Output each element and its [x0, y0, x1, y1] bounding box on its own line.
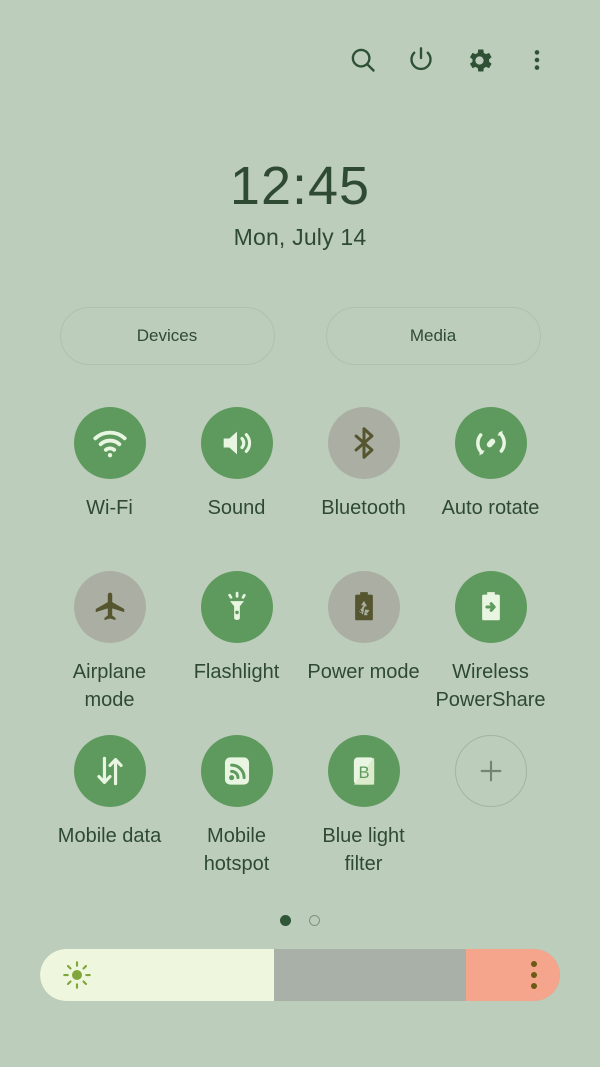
toggle-label: Flashlight [193, 660, 280, 683]
wifi-icon [73, 406, 146, 479]
sound-icon [200, 406, 273, 479]
toggle-flashlight[interactable]: Flashlight [173, 565, 300, 721]
flashlight-icon [200, 570, 273, 643]
brightness-slider[interactable] [40, 948, 560, 1001]
toggle-label: Blue light filter [322, 824, 405, 875]
page-dot-1[interactable] [280, 915, 291, 927]
more-options-icon[interactable] [508, 31, 566, 89]
toggle-label: Bluetooth [321, 496, 406, 519]
quick-toggle-grid: Wi-Fi Sound Bluetooth Auto rotate Airpla… [0, 401, 600, 885]
toggle-label: Wi-Fi [86, 496, 133, 519]
clock-time: 12:45 [229, 156, 371, 216]
toggle-mobile-hotspot[interactable]: Mobile hotspot [173, 729, 300, 885]
toggle-label: Wireless PowerShare [435, 660, 546, 711]
page-indicator [0, 911, 600, 931]
toggle-mobile-data[interactable]: Mobile data [46, 729, 173, 885]
bluetooth-icon [327, 406, 400, 479]
page-dot-2[interactable] [309, 915, 320, 927]
toggle-wifi[interactable]: Wi-Fi [46, 401, 173, 557]
power-mode-icon [327, 570, 400, 643]
clock-block[interactable]: 12:45 Mon, July 14 [0, 158, 600, 251]
gear-icon[interactable] [450, 31, 508, 89]
devices-media-row: Devices Media [0, 306, 600, 365]
toggle-blue-light-filter[interactable]: B Blue light filter [300, 729, 427, 885]
power-icon[interactable] [392, 31, 450, 89]
brightness-slider-container [0, 948, 600, 1001]
add-icon [454, 734, 527, 807]
toggle-wireless-powershare[interactable]: Wireless PowerShare [427, 565, 554, 721]
auto-rotate-icon [454, 406, 527, 479]
brightness-sun-icon [60, 958, 94, 992]
mobile-data-icon [73, 734, 146, 807]
toggle-label: Airplane mode [72, 660, 147, 711]
media-button[interactable]: Media [325, 306, 541, 365]
brightness-options-area[interactable] [466, 948, 560, 1001]
toggle-bluetooth[interactable]: Bluetooth [300, 401, 427, 557]
devices-button[interactable]: Devices [59, 306, 275, 365]
toggle-label: Mobile data [57, 824, 162, 847]
brightness-more-icon[interactable] [531, 960, 538, 989]
toggle-label: Sound [207, 496, 266, 519]
svg-text:B: B [358, 763, 369, 782]
brightness-slider-fill [40, 948, 274, 1001]
toggle-airplane-mode[interactable]: Airplane mode [46, 565, 173, 721]
search-icon[interactable] [334, 31, 392, 89]
toggle-label: Auto rotate [441, 496, 540, 519]
wireless-powershare-icon [454, 570, 527, 643]
clock-date: Mon, July 14 [233, 223, 367, 250]
quick-settings-panel: 12:45 Mon, July 14 Devices Media Wi-Fi S… [0, 0, 600, 1067]
toggle-add-button[interactable] [427, 729, 554, 885]
toggle-label: Power mode [307, 660, 420, 683]
mobile-hotspot-icon [200, 734, 273, 807]
toggle-auto-rotate[interactable]: Auto rotate [427, 401, 554, 557]
quick-settings-topbar [0, 0, 600, 96]
airplane-icon [73, 570, 146, 643]
blue-light-filter-icon: B [327, 734, 400, 807]
toggle-power-mode[interactable]: Power mode [300, 565, 427, 721]
toggle-sound[interactable]: Sound [173, 401, 300, 557]
toggle-label: Mobile hotspot [203, 824, 270, 875]
